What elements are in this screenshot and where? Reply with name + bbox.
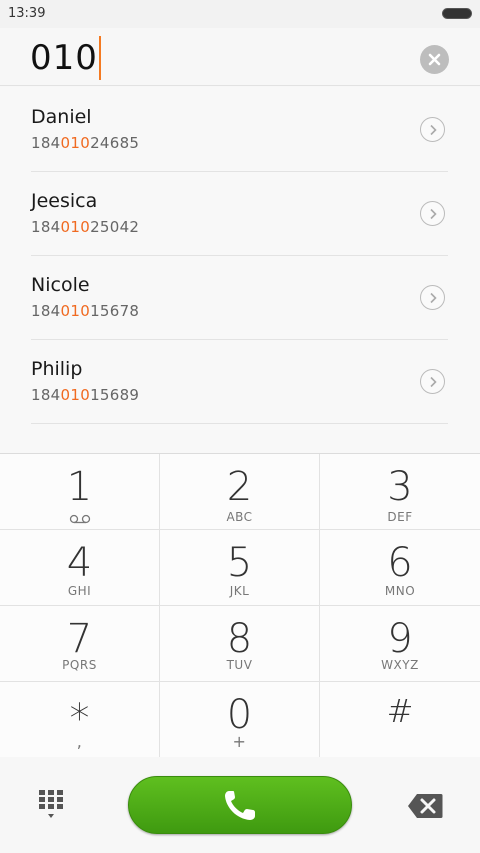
contact-detail-button[interactable]: [420, 117, 445, 142]
contact-number: 18401015689: [31, 386, 140, 404]
contact-item[interactable]: Daniel 18401024685: [31, 87, 448, 172]
key-letters: +: [232, 732, 247, 751]
number-display[interactable]: 010: [0, 28, 480, 86]
chevron-right-icon: [430, 376, 437, 388]
key-9[interactable]: 9 WXYZ: [320, 606, 480, 682]
key-letters: PQRS: [62, 658, 97, 672]
contact-name: Nicole: [31, 274, 90, 296]
key-2[interactable]: 2 ABC: [160, 454, 320, 530]
status-bar: 13:39: [0, 0, 480, 28]
key-digit: 7: [66, 616, 93, 662]
contact-detail-button[interactable]: [420, 369, 445, 394]
contact-item[interactable]: Nicole 18401015678: [31, 255, 448, 340]
contact-name: Jeesica: [31, 190, 98, 212]
contact-item[interactable]: Jeesica 18401025042: [31, 171, 448, 256]
status-time: 13:39: [8, 6, 46, 21]
key-4[interactable]: 4 GHI: [0, 530, 160, 606]
key-8[interactable]: 8 TUV: [160, 606, 320, 682]
dial-keypad: 1 2 ABC 3 DEF 4 GHI 5 JKL 6 MNO 7 PQRS 8…: [0, 453, 480, 758]
key-letters: WXYZ: [381, 658, 419, 672]
key-digit: 1: [66, 464, 93, 510]
contact-name: Daniel: [31, 106, 92, 128]
clear-icon: [428, 53, 441, 66]
key-digit: 8: [226, 616, 253, 662]
backspace-icon[interactable]: [407, 793, 443, 819]
key-digit: 6: [387, 540, 413, 586]
key-0[interactable]: 0 +: [160, 682, 320, 758]
key-digit: 9: [387, 616, 413, 662]
clear-button[interactable]: [420, 45, 449, 74]
key-6[interactable]: 6 MNO: [320, 530, 480, 606]
dialpad-icon[interactable]: [38, 789, 66, 821]
text-cursor: [98, 36, 101, 80]
contact-suggestion-list: Daniel 18401024685 Jeesica 18401025042 N…: [0, 87, 480, 453]
key-digit: #: [386, 692, 414, 730]
key-7[interactable]: 7 PQRS: [0, 606, 160, 682]
key-digit: 2: [226, 464, 253, 510]
voicemail-icon: [69, 514, 91, 524]
chevron-right-icon: [430, 124, 437, 136]
contact-number: 18401015678: [31, 302, 140, 320]
contact-detail-button[interactable]: [420, 285, 445, 310]
key-letters: MNO: [384, 584, 416, 598]
key-star[interactable]: * ,: [0, 682, 160, 758]
key-letters: ABC: [226, 510, 253, 524]
contact-name: Philip: [31, 358, 83, 380]
key-1[interactable]: 1: [0, 454, 160, 530]
key-hash[interactable]: #: [320, 682, 480, 758]
chevron-right-icon: [430, 208, 437, 220]
key-digit: 4: [66, 540, 93, 586]
dialed-number[interactable]: 010: [30, 36, 101, 80]
phone-icon: [225, 791, 255, 820]
key-3[interactable]: 3 DEF: [320, 454, 480, 530]
key-letters: DEF: [387, 510, 413, 524]
contact-number: 18401025042: [31, 218, 140, 236]
call-button[interactable]: [128, 776, 352, 834]
key-letters: TUV: [226, 658, 253, 672]
number-match: 010: [60, 302, 91, 320]
chevron-right-icon: [430, 292, 437, 304]
battery-icon: [442, 8, 472, 19]
contact-item[interactable]: Philip 18401015689: [31, 339, 448, 424]
contact-detail-button[interactable]: [420, 201, 445, 226]
bottom-action-bar: [0, 757, 480, 853]
key-letters: GHI: [67, 584, 92, 598]
key-letters: JKL: [229, 584, 250, 598]
key-digit: 3: [387, 464, 413, 510]
number-match: 010: [60, 386, 91, 404]
number-match: 010: [60, 134, 91, 152]
key-digit: 5: [226, 540, 253, 586]
number-match: 010: [60, 218, 91, 236]
key-5[interactable]: 5 JKL: [160, 530, 320, 606]
contact-number: 18401024685: [31, 134, 140, 152]
key-letters: ,: [76, 732, 83, 751]
